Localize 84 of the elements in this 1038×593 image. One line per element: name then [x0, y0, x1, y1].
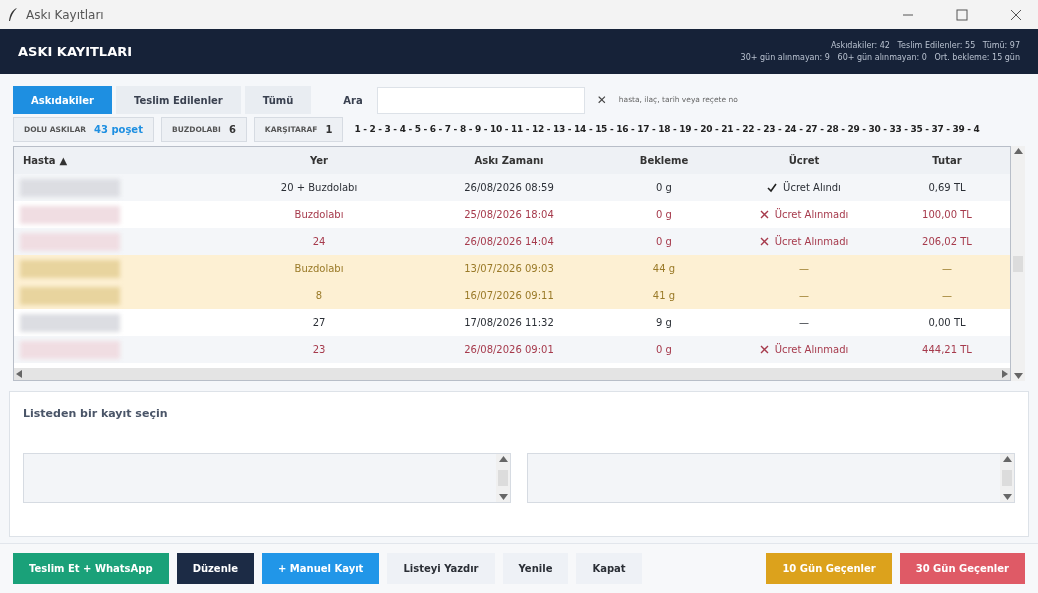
- scroll-right-icon[interactable]: [1002, 370, 1008, 378]
- table-cell: 25/08/2026 18:04: [464, 209, 554, 220]
- column-header[interactable]: Hasta ▲: [14, 153, 224, 168]
- check-icon: [767, 182, 778, 193]
- maximize-icon[interactable]: [956, 8, 968, 21]
- stats-text: 30+ gün alınmayan: 9 60+ gün alınmayan: 0 Ort. bekleme: 15 gün: [740, 51, 1020, 64]
- chip-value: 1: [325, 123, 333, 137]
- search-field[interactable]: [376, 86, 585, 114]
- area-scrollbar[interactable]: [496, 453, 510, 502]
- table-cell: 8: [315, 290, 323, 301]
- table-cell: 16/07/2026 09:11: [464, 290, 554, 301]
- shelf-numbers: 1 - 2 - 3 - 4 - 5 - 6 - 7 - 8 - 9 - 10 - 11 - 12 - 13 - 14 - 15 - 16 - 17 - 18 - 19 - 20 - 21 - 22 - 23 - 24 - 27 - 28 - 29 - 30 - 33 - 35 - 37 - 39 - 4: [354, 122, 980, 136]
- chip-value: 6: [228, 123, 236, 137]
- table-cell: Ücret Alınmadı: [774, 234, 849, 249]
- table-row[interactable]: 23 26/08/2026 09:01 0 g Ücret Alınmadı 444,21 TL: [14, 336, 1010, 363]
- column-header[interactable]: Bekleme: [604, 153, 724, 168]
- table-cell: 0 g: [656, 209, 672, 220]
- clear-search-button[interactable]: ✕: [596, 91, 607, 109]
- scroll-down-icon[interactable]: [1002, 493, 1012, 500]
- scroll-left-icon[interactable]: [16, 370, 22, 378]
- cross-icon: [759, 210, 769, 219]
- cross-icon: [759, 237, 769, 246]
- stats-text: Askıdakiler: 42 Teslim Edilenler: 55 Tümü: 97: [830, 39, 1020, 52]
- search-label: Ara: [343, 93, 363, 108]
- area-scrollbar[interactable]: [1000, 453, 1014, 502]
- table-cell-text: —: [799, 316, 809, 330]
- action-button[interactable]: Kapat: [576, 553, 642, 584]
- column-header[interactable]: Yer: [224, 153, 414, 168]
- table-cell: 444,21 TL: [922, 344, 972, 355]
- table-cell: 41 g: [652, 290, 676, 301]
- tab[interactable]: Tümü: [244, 86, 312, 114]
- table-cell: 0 g: [656, 236, 672, 247]
- table-cell: Ücret Alınmadı: [774, 342, 849, 357]
- table-row[interactable]: 20 + Buzdolabı 26/08/2026 08:59 0 g Ücret Alındı 0,69 TL: [14, 174, 1010, 201]
- table-cell: 26/08/2026 08:59: [464, 182, 554, 193]
- close-icon[interactable]: [1010, 8, 1022, 21]
- action-button[interactable]: Yenile: [502, 553, 569, 584]
- table-row[interactable]: Buzdolabı 13/07/2026 09:03 44 g — —: [14, 255, 1010, 282]
- table-cell-text: —: [799, 289, 809, 303]
- horizontal-scrollbar[interactable]: [14, 368, 1010, 380]
- table-cell: 9 g: [656, 317, 672, 328]
- table-cell: —: [942, 290, 952, 301]
- table-cell: 27: [312, 317, 326, 328]
- table-cell: 23: [312, 344, 326, 355]
- scroll-up-icon[interactable]: [498, 455, 508, 462]
- table-cell: 0 g: [656, 344, 672, 355]
- cross-icon: [759, 345, 769, 354]
- table-cell: Ücret Alınmadı: [774, 207, 849, 222]
- table-cell: Ücret Alındı: [783, 180, 841, 195]
- column-header[interactable]: Ücret: [724, 153, 884, 168]
- column-header[interactable]: Askı Zamanı: [414, 153, 604, 168]
- vertical-scrollbar[interactable]: [1011, 146, 1025, 381]
- table-cell: Buzdolabı: [294, 263, 344, 274]
- action-button[interactable]: Düzenle: [176, 553, 254, 584]
- table-cell-text: —: [799, 262, 809, 276]
- scroll-up-icon[interactable]: [1002, 455, 1012, 462]
- table-cell: 24: [312, 236, 326, 247]
- table-cell: —: [942, 263, 952, 274]
- detail-title: Listeden bir kayıt seçin: [23, 406, 169, 422]
- table-cell: 44 g: [652, 263, 676, 274]
- table-cell: 26/08/2026 14:04: [464, 236, 554, 247]
- feather-icon: [8, 7, 18, 22]
- table-cell: 13/07/2026 09:03: [464, 263, 554, 274]
- action-button[interactable]: 30 Gün Geçenler: [899, 553, 1025, 584]
- scroll-down-icon[interactable]: [1013, 373, 1023, 379]
- table-cell: 0 g: [656, 182, 672, 193]
- table-cell: 20 + Buzdolabı: [280, 182, 358, 193]
- chip-value: 43 poşet: [94, 123, 143, 137]
- table-cell: 206,02 TL: [922, 236, 972, 247]
- table-row[interactable]: 24 26/08/2026 14:04 0 g Ücret Alınmadı 206,02 TL: [14, 228, 1010, 255]
- table-cell: 26/08/2026 09:01: [464, 344, 554, 355]
- action-button[interactable]: Listeyi Yazdır: [387, 553, 495, 584]
- table-cell: 0,00 TL: [928, 317, 966, 328]
- scroll-down-icon[interactable]: [498, 493, 508, 500]
- scroll-up-icon[interactable]: [1013, 148, 1023, 154]
- table-cell: 17/08/2026 11:32: [464, 317, 554, 328]
- window-title: Askı Kayıtları: [26, 6, 104, 24]
- table-cell: 100,00 TL: [922, 209, 972, 220]
- header-title: ASKI KAYITLARI: [18, 42, 133, 61]
- column-header[interactable]: Tutar: [884, 153, 1010, 168]
- table-cell: 0,69 TL: [928, 182, 966, 193]
- table-row[interactable]: 8 16/07/2026 09:11 41 g — —: [14, 282, 1010, 309]
- table-cell: Buzdolabı: [294, 209, 344, 220]
- tab[interactable]: Teslim Edilenler: [115, 86, 241, 114]
